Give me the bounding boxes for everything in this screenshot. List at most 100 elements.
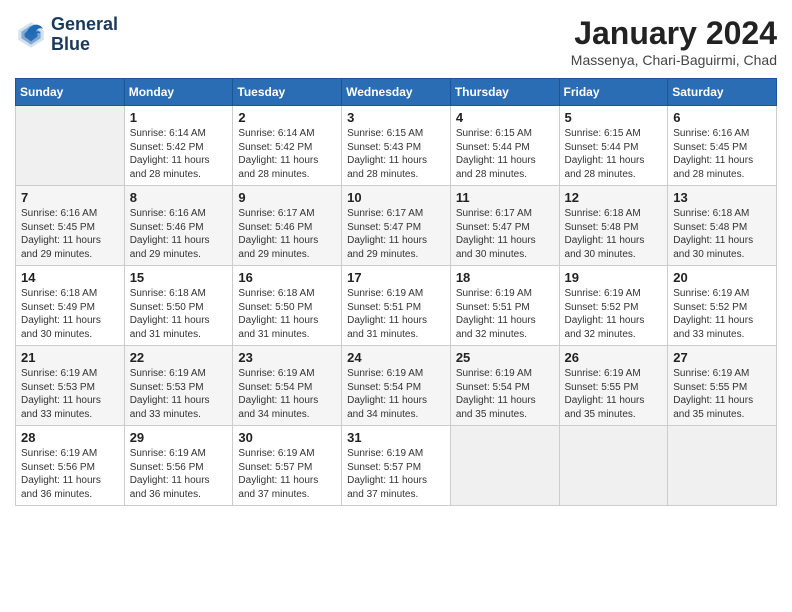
day-info: Sunrise: 6:16 AM Sunset: 5:46 PM Dayligh… xyxy=(130,207,228,261)
day-number: 31 xyxy=(347,430,445,445)
calendar-cell: 11 Sunrise: 6:17 AM Sunset: 5:47 PM Dayli… xyxy=(450,186,559,266)
day-number: 21 xyxy=(21,350,119,365)
calendar-cell: 22Sunrise: 6:19 AM Sunset: 5:53 PM Dayli… xyxy=(124,346,233,426)
day-info: Sunrise: 6:16 AM Sunset: 5:45 PM Dayligh… xyxy=(673,127,771,181)
calendar-cell: 24Sunrise: 6:19 AM Sunset: 5:54 PM Dayli… xyxy=(342,346,451,426)
day-number: 16 xyxy=(238,270,336,285)
calendar-cell: 28 Sunrise: 6:19 AM Sunset: 5:56 PM Dayli… xyxy=(16,426,125,506)
day-number: 13 xyxy=(673,190,771,205)
calendar-cell: 1 Sunrise: 6:14 AM Sunset: 5:42 PM Daylig… xyxy=(124,106,233,186)
calendar-cell: 19Sunrise: 6:19 AM Sunset: 5:52 PM Dayli… xyxy=(559,266,668,346)
calendar-week-1: 1 Sunrise: 6:14 AM Sunset: 5:42 PM Daylig… xyxy=(16,106,777,186)
day-number: 14 xyxy=(21,270,119,285)
calendar-cell: 12 Sunrise: 6:18 AM Sunset: 5:48 PM Dayli… xyxy=(559,186,668,266)
calendar-cell: 4 Sunrise: 6:15 AM Sunset: 5:44 PM Daylig… xyxy=(450,106,559,186)
calendar-cell: 15 Sunrise: 6:18 AM Sunset: 5:50 PM Dayli… xyxy=(124,266,233,346)
day-info: Sunrise: 6:18 AM Sunset: 5:50 PM Dayligh… xyxy=(130,287,228,341)
day-number: 28 xyxy=(21,430,119,445)
calendar-cell: 16 Sunrise: 6:18 AM Sunset: 5:50 PM Dayli… xyxy=(233,266,342,346)
day-number: 29 xyxy=(130,430,228,445)
day-number: 6 xyxy=(673,110,771,125)
calendar-cell: 31 Sunrise: 6:19 AM Sunset: 5:57 PM Dayli… xyxy=(342,426,451,506)
day-info: Sunrise: 6:17 AM Sunset: 5:47 PM Dayligh… xyxy=(347,207,445,261)
day-number: 26 xyxy=(565,350,663,365)
day-number: 2 xyxy=(238,110,336,125)
day-number: 30 xyxy=(238,430,336,445)
day-number: 1 xyxy=(130,110,228,125)
calendar-cell: 29Sunrise: 6:19 AM Sunset: 5:56 PM Dayli… xyxy=(124,426,233,506)
calendar-cell: 26Sunrise: 6:19 AM Sunset: 5:55 PM Dayli… xyxy=(559,346,668,426)
calendar-cell xyxy=(559,426,668,506)
day-number: 11 xyxy=(456,190,554,205)
logo-icon xyxy=(15,19,47,51)
title-block: January 2024 Massenya, Chari-Baguirmi, C… xyxy=(571,15,777,68)
day-info: Sunrise: 6:18 AM Sunset: 5:48 PM Dayligh… xyxy=(565,207,663,261)
calendar-cell: 30 Sunrise: 6:19 AM Sunset: 5:57 PM Dayli… xyxy=(233,426,342,506)
day-info: Sunrise: 6:17 AM Sunset: 5:47 PM Dayligh… xyxy=(456,207,554,261)
day-info: Sunrise: 6:19 AM Sunset: 5:57 PM Dayligh… xyxy=(347,447,445,501)
calendar-cell: 25Sunrise: 6:19 AM Sunset: 5:54 PM Dayli… xyxy=(450,346,559,426)
calendar-cell: 7 Sunrise: 6:16 AM Sunset: 5:45 PM Daylig… xyxy=(16,186,125,266)
day-info: Sunrise: 6:19 AM Sunset: 5:54 PM Dayligh… xyxy=(347,367,445,421)
logo: General Blue xyxy=(15,15,118,55)
calendar-week-3: 14 Sunrise: 6:18 AM Sunset: 5:49 PM Dayli… xyxy=(16,266,777,346)
calendar-cell: 14 Sunrise: 6:18 AM Sunset: 5:49 PM Dayli… xyxy=(16,266,125,346)
calendar-cell: 10 Sunrise: 6:17 AM Sunset: 5:47 PM Dayli… xyxy=(342,186,451,266)
day-info: Sunrise: 6:19 AM Sunset: 5:52 PM Dayligh… xyxy=(565,287,663,341)
calendar-cell: 5 Sunrise: 6:15 AM Sunset: 5:44 PM Daylig… xyxy=(559,106,668,186)
month-title: January 2024 xyxy=(571,15,777,52)
day-info: Sunrise: 6:17 AM Sunset: 5:46 PM Dayligh… xyxy=(238,207,336,261)
day-number: 18 xyxy=(456,270,554,285)
calendar-week-4: 21 Sunrise: 6:19 AM Sunset: 5:53 PM Dayli… xyxy=(16,346,777,426)
header-tuesday: Tuesday xyxy=(233,79,342,106)
calendar-cell: 17 Sunrise: 6:19 AM Sunset: 5:51 PM Dayli… xyxy=(342,266,451,346)
day-number: 9 xyxy=(238,190,336,205)
day-number: 22 xyxy=(130,350,228,365)
day-number: 3 xyxy=(347,110,445,125)
calendar-cell xyxy=(16,106,125,186)
header-friday: Friday xyxy=(559,79,668,106)
calendar-cell: 23 Sunrise: 6:19 AM Sunset: 5:54 PM Dayli… xyxy=(233,346,342,426)
header-thursday: Thursday xyxy=(450,79,559,106)
calendar-week-5: 28 Sunrise: 6:19 AM Sunset: 5:56 PM Dayli… xyxy=(16,426,777,506)
day-number: 17 xyxy=(347,270,445,285)
day-number: 10 xyxy=(347,190,445,205)
day-info: Sunrise: 6:19 AM Sunset: 5:52 PM Dayligh… xyxy=(673,287,771,341)
day-number: 12 xyxy=(565,190,663,205)
day-number: 15 xyxy=(130,270,228,285)
logo-line2: Blue xyxy=(51,35,118,55)
calendar-cell: 2Sunrise: 6:14 AM Sunset: 5:42 PM Daylig… xyxy=(233,106,342,186)
header-sunday: Sunday xyxy=(16,79,125,106)
day-info: Sunrise: 6:19 AM Sunset: 5:57 PM Dayligh… xyxy=(238,447,336,501)
day-info: Sunrise: 6:19 AM Sunset: 5:51 PM Dayligh… xyxy=(456,287,554,341)
day-number: 4 xyxy=(456,110,554,125)
calendar-cell: 18 Sunrise: 6:19 AM Sunset: 5:51 PM Dayli… xyxy=(450,266,559,346)
day-number: 20 xyxy=(673,270,771,285)
day-info: Sunrise: 6:19 AM Sunset: 5:51 PM Dayligh… xyxy=(347,287,445,341)
day-info: Sunrise: 6:19 AM Sunset: 5:55 PM Dayligh… xyxy=(673,367,771,421)
logo-line1: General xyxy=(51,15,118,35)
day-info: Sunrise: 6:15 AM Sunset: 5:44 PM Dayligh… xyxy=(565,127,663,181)
calendar-header-row: SundayMondayTuesdayWednesdayThursdayFrid… xyxy=(16,79,777,106)
day-info: Sunrise: 6:14 AM Sunset: 5:42 PM Dayligh… xyxy=(130,127,228,181)
header-saturday: Saturday xyxy=(668,79,777,106)
calendar-cell xyxy=(668,426,777,506)
header-wednesday: Wednesday xyxy=(342,79,451,106)
day-number: 5 xyxy=(565,110,663,125)
day-info: Sunrise: 6:18 AM Sunset: 5:50 PM Dayligh… xyxy=(238,287,336,341)
day-number: 7 xyxy=(21,190,119,205)
day-info: Sunrise: 6:19 AM Sunset: 5:53 PM Dayligh… xyxy=(21,367,119,421)
day-info: Sunrise: 6:19 AM Sunset: 5:56 PM Dayligh… xyxy=(21,447,119,501)
day-info: Sunrise: 6:19 AM Sunset: 5:54 PM Dayligh… xyxy=(456,367,554,421)
logo-text: General Blue xyxy=(51,15,118,55)
calendar-cell: 20 Sunrise: 6:19 AM Sunset: 5:52 PM Dayli… xyxy=(668,266,777,346)
day-info: Sunrise: 6:16 AM Sunset: 5:45 PM Dayligh… xyxy=(21,207,119,261)
day-info: Sunrise: 6:18 AM Sunset: 5:49 PM Dayligh… xyxy=(21,287,119,341)
day-info: Sunrise: 6:15 AM Sunset: 5:44 PM Dayligh… xyxy=(456,127,554,181)
day-info: Sunrise: 6:19 AM Sunset: 5:54 PM Dayligh… xyxy=(238,367,336,421)
calendar-week-2: 7 Sunrise: 6:16 AM Sunset: 5:45 PM Daylig… xyxy=(16,186,777,266)
day-number: 23 xyxy=(238,350,336,365)
location-subtitle: Massenya, Chari-Baguirmi, Chad xyxy=(571,52,777,68)
calendar-cell: 6 Sunrise: 6:16 AM Sunset: 5:45 PM Daylig… xyxy=(668,106,777,186)
calendar-cell xyxy=(450,426,559,506)
